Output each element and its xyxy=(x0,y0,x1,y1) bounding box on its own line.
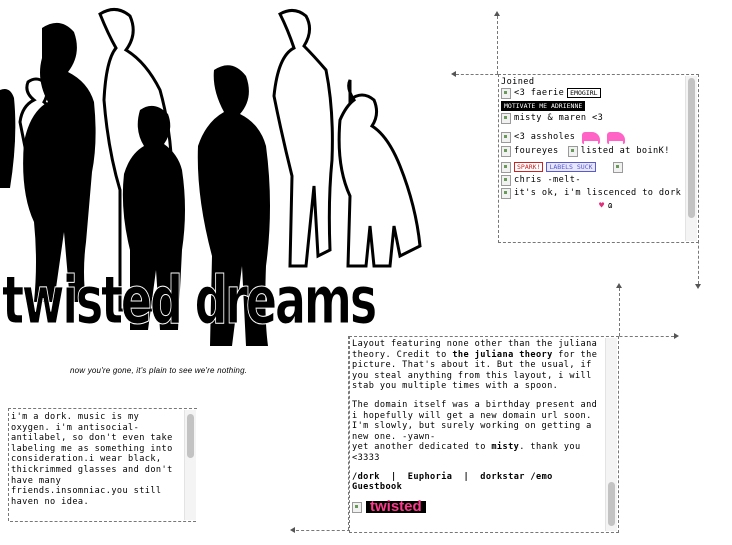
scrollbar[interactable] xyxy=(184,410,196,520)
friend-item[interactable]: foureyes listed at boinK! xyxy=(501,145,684,157)
friend-label[interactable]: listed at boinK! xyxy=(581,146,670,157)
image-icon xyxy=(501,174,511,186)
friend-label[interactable]: foureyes xyxy=(514,146,559,157)
sneaker-icon xyxy=(607,131,626,144)
friend-item[interactable]: <3 assholes xyxy=(501,131,684,144)
scrollbar-thumb[interactable] xyxy=(688,78,695,218)
friend-item: ♥ ɷ xyxy=(501,201,684,212)
link-dorkstar-emo[interactable]: dorkstar /emo xyxy=(480,472,552,482)
page-title-art: twisted dreams xyxy=(2,262,378,339)
scrollbar-thumb[interactable] xyxy=(187,414,194,458)
guide-line xyxy=(497,16,498,74)
image-icon xyxy=(501,132,511,144)
scrollbar[interactable] xyxy=(685,76,697,241)
friend-item[interactable]: it's ok, i'm liscenced to dork xyxy=(501,187,684,199)
arrow-left-icon xyxy=(451,71,456,77)
spark-badge: SPARK! xyxy=(514,162,544,173)
image-icon xyxy=(501,145,511,157)
friend-label[interactable]: misty & maren <3 xyxy=(514,113,603,124)
friend-item[interactable]: MOTIVATE ME ADRIENNE xyxy=(501,100,684,111)
friend-label[interactable]: chris -melt- xyxy=(514,175,581,186)
link-euphoria[interactable]: Euphoria xyxy=(408,472,453,482)
nav-links: /dork | Euphoria | dorkstar /emo xyxy=(352,471,553,482)
info-panel[interactable]: Layout featuring none other than the jul… xyxy=(349,336,619,533)
friend-tag[interactable]: LABELS SUCK xyxy=(546,162,596,173)
bunny-icon: ɷ xyxy=(607,200,614,211)
image-icon xyxy=(501,87,511,99)
tagline: now you're gone, it's plain to see we're… xyxy=(70,366,248,375)
image-icon xyxy=(352,502,362,514)
arrow-up-icon xyxy=(494,11,500,16)
friends-heading: Joined xyxy=(501,77,535,87)
link-guestbook[interactable]: Guestbook xyxy=(352,482,604,493)
arrow-left-icon xyxy=(290,527,295,533)
image-icon xyxy=(612,161,623,173)
about-panel[interactable]: i'm a dork. music is my oxygen. i'm anti… xyxy=(8,408,197,521)
friend-tag: EMOGIRL xyxy=(567,88,601,99)
friend-label[interactable]: it's ok, i'm liscenced to dork xyxy=(514,188,681,199)
layout-credit: Layout featuring none other than the jul… xyxy=(352,339,598,392)
guide-line xyxy=(296,530,350,531)
friend-item[interactable]: <3 faerie EMOGIRL xyxy=(501,87,684,99)
scrollbar[interactable] xyxy=(605,338,617,531)
arrow-right-icon xyxy=(674,333,679,339)
guide-line xyxy=(456,74,498,75)
friend-item[interactable]: SPARK! LABELS SUCK xyxy=(501,161,684,173)
friend-item[interactable]: chris -melt- xyxy=(501,174,684,186)
friend-label[interactable]: <3 faerie xyxy=(514,88,564,99)
friend-label[interactable]: <3 assholes xyxy=(514,132,575,143)
heart-icon: ♥ xyxy=(599,200,605,211)
guide-line xyxy=(619,288,620,336)
sneaker-icon xyxy=(582,131,601,144)
image-icon xyxy=(501,112,511,124)
image-icon xyxy=(501,161,511,173)
image-icon xyxy=(567,145,578,157)
twisted-banner[interactable]: twisted xyxy=(366,499,426,513)
friends-panel[interactable]: Joined <3 faerie EMOGIRL MOTIVATE ME ADR… xyxy=(498,74,699,243)
friend-item[interactable]: misty & maren <3 xyxy=(501,112,684,124)
guide-line xyxy=(10,521,196,522)
domain-note: The domain itself was a birthday present… xyxy=(352,399,598,463)
scrollbar-thumb[interactable] xyxy=(608,482,615,526)
about-text: i'm a dork. music is my oxygen. i'm anti… xyxy=(11,412,173,507)
arrow-down-icon xyxy=(695,284,701,289)
band-link[interactable]: the juliana theory xyxy=(452,350,552,360)
link-dork[interactable]: /dork xyxy=(352,472,380,482)
friend-tag[interactable]: MOTIVATE ME ADRIENNE xyxy=(501,100,586,111)
arrow-up-icon xyxy=(616,283,622,288)
image-icon xyxy=(501,187,511,199)
